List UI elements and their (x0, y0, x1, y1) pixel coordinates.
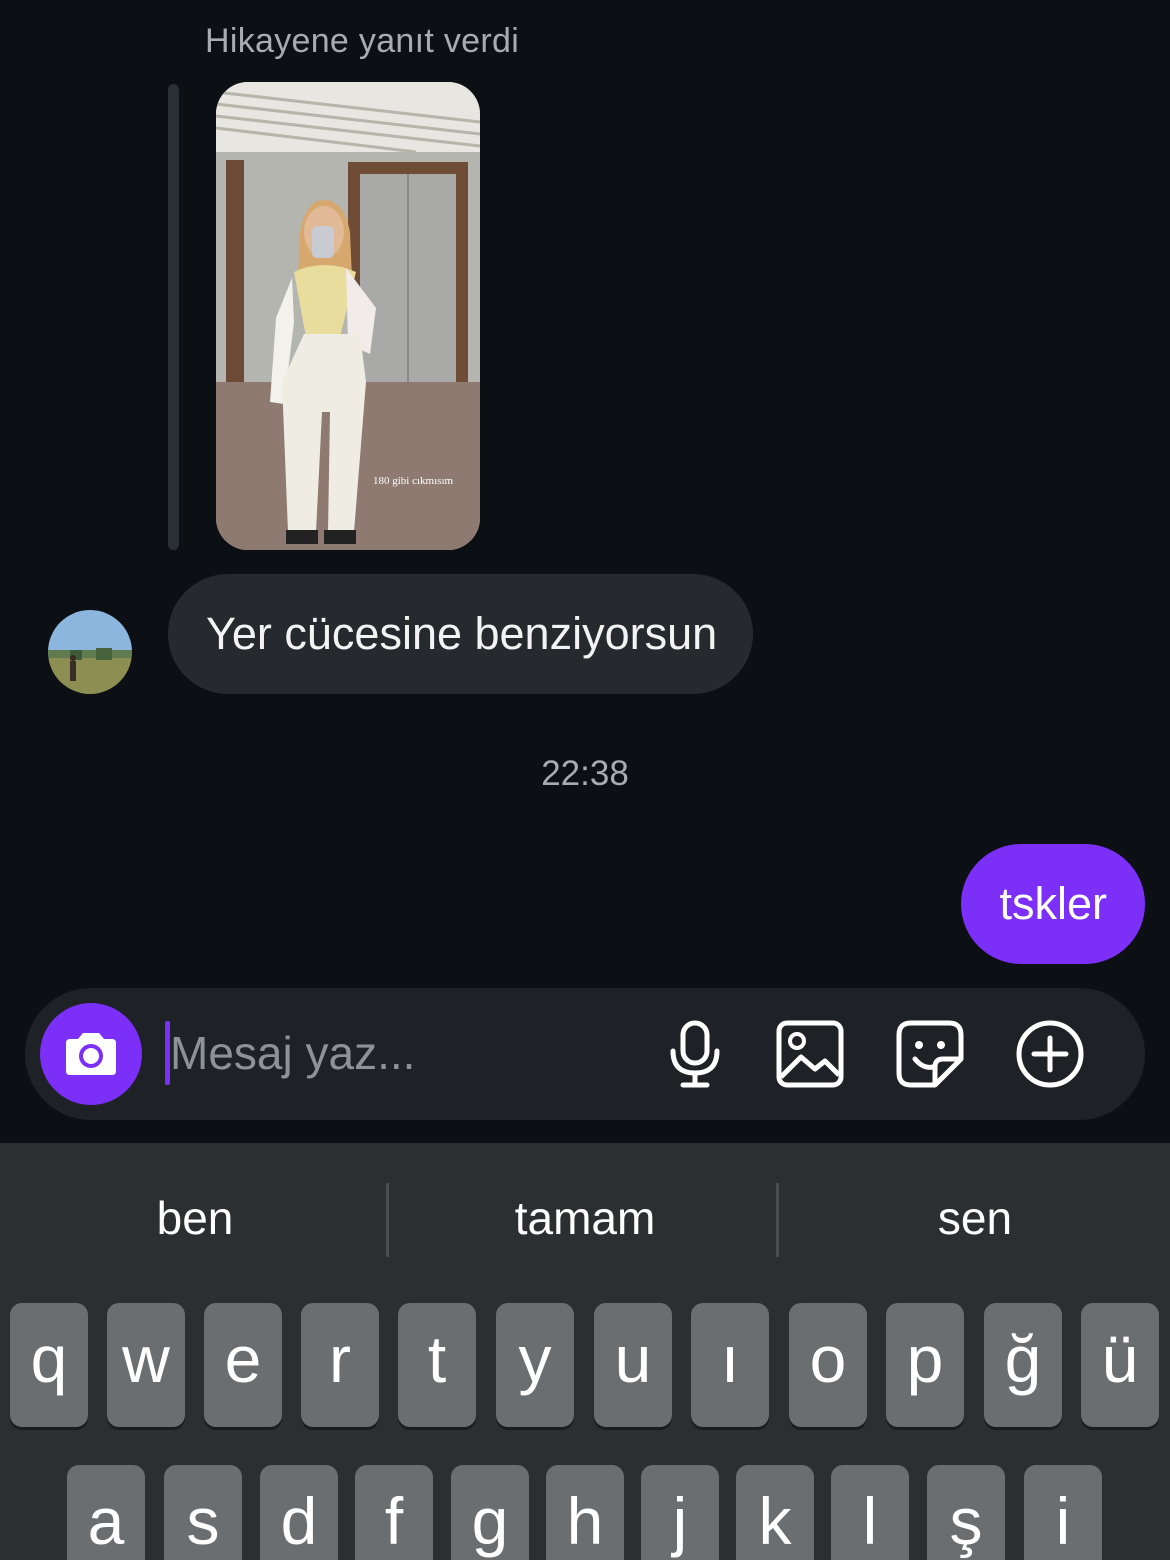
key-r[interactable]: r (301, 1303, 379, 1427)
outgoing-message-bubble[interactable]: tskler (961, 844, 1145, 964)
key-s[interactable]: s (164, 1465, 242, 1560)
message-composer (25, 988, 1145, 1120)
suggestion-divider (776, 1183, 779, 1257)
key-w[interactable]: w (107, 1303, 185, 1427)
message-input[interactable] (170, 1018, 630, 1088)
more-options-button[interactable] (1014, 1018, 1086, 1090)
key-o[interactable]: o (789, 1303, 867, 1427)
key-d[interactable]: d (260, 1465, 338, 1560)
camera-icon (66, 1033, 116, 1075)
microphone-button[interactable] (659, 1018, 731, 1090)
key-g[interactable]: g (451, 1465, 529, 1560)
key-dotless-i[interactable]: ı (691, 1303, 769, 1427)
key-y[interactable]: y (496, 1303, 574, 1427)
plus-circle-icon (1016, 1020, 1084, 1088)
key-j[interactable]: j (641, 1465, 719, 1560)
key-k[interactable]: k (736, 1465, 814, 1560)
key-s-cedilla[interactable]: ş (927, 1465, 1005, 1560)
key-q[interactable]: q (10, 1303, 88, 1427)
key-p[interactable]: p (886, 1303, 964, 1427)
gallery-button[interactable] (774, 1018, 846, 1090)
avatar-photo (48, 610, 132, 694)
sticker-button[interactable] (894, 1018, 966, 1090)
key-h[interactable]: h (546, 1465, 624, 1560)
suggestion-3[interactable]: sen (780, 1143, 1170, 1293)
chat-screen: Hikayene yanıt verdi 180 gibi cıkmısım Y… (0, 0, 1170, 1560)
suggestion-divider (386, 1183, 389, 1257)
story-reply-bar (168, 84, 179, 550)
key-l[interactable]: l (831, 1465, 909, 1560)
key-a[interactable]: a (67, 1465, 145, 1560)
key-i[interactable]: i (1024, 1465, 1102, 1560)
sticker-icon (896, 1020, 964, 1088)
key-u-umlaut[interactable]: ü (1081, 1303, 1159, 1427)
story-overlay-text: 180 gibi cıkmısım (373, 475, 454, 487)
microphone-icon (670, 1020, 720, 1088)
message-timestamp: 22:38 (541, 754, 629, 793)
suggestion-bar: ben tamam sen (0, 1143, 1170, 1293)
keyboard: ben tamam sen q w e r t y u ı o p ğ ü a … (0, 1143, 1170, 1560)
incoming-message-bubble[interactable]: Yer cücesine benziyorsun (168, 574, 754, 694)
gallery-icon (776, 1020, 844, 1088)
story-thumbnail[interactable]: 180 gibi cıkmısım (216, 82, 480, 550)
key-t[interactable]: t (398, 1303, 476, 1427)
key-g-breve[interactable]: ğ (984, 1303, 1062, 1427)
suggestion-1[interactable]: ben (0, 1143, 390, 1293)
key-f[interactable]: f (355, 1465, 433, 1560)
camera-button[interactable] (40, 1003, 142, 1105)
key-e[interactable]: e (204, 1303, 282, 1427)
story-reply-caption: Hikayene yanıt verdi (205, 22, 520, 60)
suggestion-2[interactable]: tamam (390, 1143, 780, 1293)
contact-avatar[interactable] (48, 610, 132, 694)
key-u[interactable]: u (594, 1303, 672, 1427)
